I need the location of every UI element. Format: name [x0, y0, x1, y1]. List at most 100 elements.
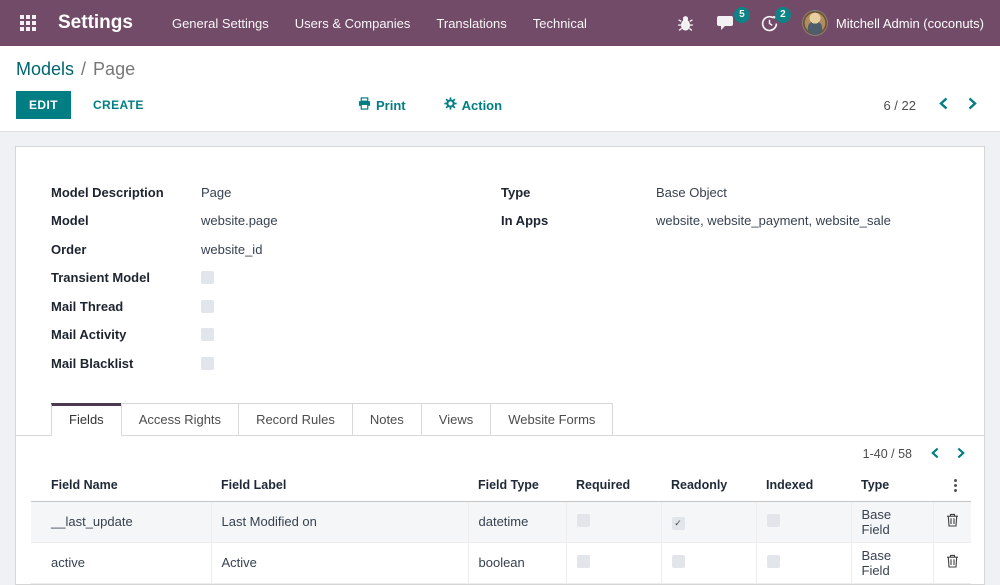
- chevron-left-icon: [939, 98, 948, 113]
- trash-icon[interactable]: [944, 512, 961, 531]
- trash-icon[interactable]: [944, 553, 961, 572]
- cell-field-type: datetime: [468, 501, 566, 542]
- field-label: Type: [501, 185, 656, 200]
- column-header-field-type[interactable]: Field Type: [468, 471, 566, 502]
- user-name: Mitchell Admin (coconuts): [836, 16, 984, 31]
- field-label: Model: [51, 213, 201, 228]
- top-menu-general-settings[interactable]: General Settings: [159, 0, 282, 46]
- top-menu-users-companies[interactable]: Users & Companies: [282, 0, 424, 46]
- field-value-model-description: Page: [201, 185, 231, 200]
- field-row-mail-activity: Mail Activity: [51, 321, 501, 350]
- table-row-last-update[interactable]: __last_updateLast Modified ondatetime✓Ba…: [31, 501, 971, 542]
- user-menu[interactable]: Mitchell Admin (coconuts): [802, 10, 984, 36]
- checkbox-unchecked: [577, 514, 590, 527]
- column-header-readonly[interactable]: Readonly: [661, 471, 756, 502]
- checkbox-transient-model: [201, 271, 214, 284]
- field-label: Mail Activity: [51, 327, 201, 342]
- cell-delete: [933, 542, 971, 583]
- field-value-type: Base Object: [656, 185, 727, 200]
- column-header-type[interactable]: Type: [851, 471, 933, 502]
- top-menu-technical[interactable]: Technical: [520, 0, 600, 46]
- cell-type: Base Field: [851, 501, 933, 542]
- field-row-mail-blacklist: Mail Blacklist: [51, 349, 501, 378]
- tab-access-rights[interactable]: Access Rights: [121, 403, 239, 435]
- action-button[interactable]: Action: [438, 96, 508, 114]
- cell-required: [566, 501, 661, 542]
- cell-readonly: [661, 542, 756, 583]
- activities-clock-icon[interactable]: 2: [749, 8, 790, 39]
- fields-tab-content: 1-40 / 58 Field NameField Label: [16, 436, 984, 585]
- field-label: Order: [51, 242, 201, 257]
- cell-field-label: Last Modified on: [211, 501, 468, 542]
- print-button[interactable]: Print: [352, 96, 412, 114]
- app-name[interactable]: Settings: [58, 12, 133, 34]
- field-row-type: TypeBase Object: [501, 178, 949, 207]
- pager-previous-button[interactable]: [932, 95, 955, 115]
- field-value-order: website_id: [201, 242, 262, 257]
- field-value-model: website.page: [201, 213, 278, 228]
- list-pager-next-button[interactable]: [950, 445, 972, 464]
- column-header-required[interactable]: Required: [566, 471, 661, 502]
- checkbox-unchecked: [577, 555, 590, 568]
- checkbox-mail-blacklist: [201, 357, 214, 370]
- control-panel: Models/Page EDIT CREATE Print: [0, 46, 1000, 132]
- gear-icon: [444, 97, 457, 113]
- checkbox-mail-thread: [201, 300, 214, 313]
- cell-required: [566, 542, 661, 583]
- breadcrumb-current: Page: [93, 59, 135, 79]
- pager-next-button[interactable]: [961, 95, 984, 115]
- messages-icon[interactable]: 5: [705, 8, 749, 38]
- chevron-right-icon: [957, 447, 965, 462]
- column-header-field-name[interactable]: Field Name: [31, 471, 211, 502]
- activities-badge: 2: [775, 7, 791, 23]
- create-button[interactable]: CREATE: [87, 97, 150, 113]
- cell-field-label: Active: [211, 542, 468, 583]
- field-label: Mail Blacklist: [51, 356, 201, 371]
- field-label: Mail Thread: [51, 299, 201, 314]
- optional-columns-header: [933, 471, 971, 502]
- field-value-in-apps: website, website_payment, website_sale: [656, 213, 891, 228]
- form-fields: Model DescriptionPageModelwebsite.pageOr…: [16, 147, 984, 378]
- top-navbar: Settings General SettingsUsers & Compani…: [0, 0, 1000, 46]
- debug-bug-icon[interactable]: [666, 9, 705, 38]
- top-menu-translations[interactable]: Translations: [423, 0, 519, 46]
- chevron-left-icon: [931, 447, 939, 462]
- content-area: Model DescriptionPageModelwebsite.pageOr…: [0, 132, 1000, 585]
- field-row-in-apps: In Appswebsite, website_payment, website…: [501, 207, 949, 236]
- notebook-tabs: FieldsAccess RightsRecord RulesNotesView…: [16, 403, 984, 436]
- field-label: In Apps: [501, 213, 656, 228]
- column-header-field-label[interactable]: Field Label: [211, 471, 468, 502]
- record-pager: 6 / 22: [883, 98, 916, 113]
- field-row-transient-model: Transient Model: [51, 264, 501, 293]
- table-row-active[interactable]: activeActivebooleanBase Field: [31, 542, 971, 583]
- field-label: Model Description: [51, 185, 201, 200]
- tab-record-rules[interactable]: Record Rules: [238, 403, 353, 435]
- list-pager-previous-button[interactable]: [924, 445, 946, 464]
- tab-website-forms[interactable]: Website Forms: [490, 403, 613, 435]
- tab-fields[interactable]: Fields: [51, 403, 122, 436]
- cell-indexed: [756, 501, 851, 542]
- tab-notes[interactable]: Notes: [352, 403, 422, 435]
- cell-indexed: [756, 542, 851, 583]
- checkbox-checked: ✓: [672, 517, 685, 530]
- checkbox-unchecked: [767, 514, 780, 527]
- chevron-right-icon: [968, 98, 977, 113]
- vertical-dots-icon[interactable]: [950, 477, 961, 494]
- cell-field-name: active: [31, 542, 211, 583]
- field-row-mail-thread: Mail Thread: [51, 292, 501, 321]
- cell-delete: [933, 501, 971, 542]
- avatar: [802, 10, 828, 36]
- field-row-model: Modelwebsite.page: [51, 207, 501, 236]
- checkbox-unchecked: [767, 555, 780, 568]
- form-sheet: Model DescriptionPageModelwebsite.pageOr…: [15, 146, 985, 585]
- field-row-order: Orderwebsite_id: [51, 235, 501, 264]
- column-header-indexed[interactable]: Indexed: [756, 471, 851, 502]
- breadcrumb-parent[interactable]: Models: [16, 59, 74, 79]
- apps-grid-icon[interactable]: [16, 11, 40, 35]
- breadcrumb: Models/Page: [0, 46, 1000, 82]
- checkbox-unchecked: [672, 555, 685, 568]
- edit-button[interactable]: EDIT: [16, 91, 71, 119]
- tab-views[interactable]: Views: [421, 403, 491, 435]
- cell-field-type: boolean: [468, 542, 566, 583]
- top-menu-bar: General SettingsUsers & CompaniesTransla…: [159, 0, 600, 46]
